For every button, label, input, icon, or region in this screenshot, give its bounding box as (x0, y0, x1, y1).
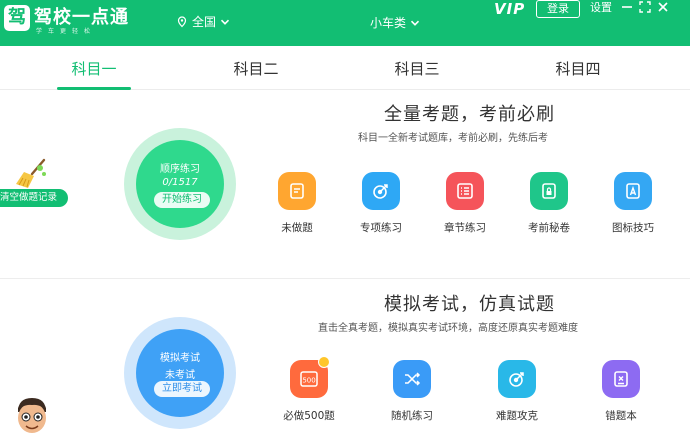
section-divider (0, 278, 690, 279)
subject-tabs: 科目一 科目二 科目三 科目四 (0, 46, 690, 90)
broom-icon (16, 158, 46, 188)
target-icon (362, 172, 400, 210)
mock-exam-circle[interactable]: 模拟考试 未考试 立即考试 (124, 317, 236, 429)
feature-must-do-500[interactable]: 500 必做500题 (276, 356, 342, 423)
practice-subtitle: 科目一全新考试题库，考前必刷，先练后考 (358, 133, 548, 144)
sequential-practice-circle[interactable]: 顺序练习 0/1517 开始练习 (124, 128, 236, 240)
feature-hard-questions[interactable]: 难题攻克 (484, 360, 550, 423)
tab-subject-3[interactable]: 科目三 (377, 58, 457, 79)
exam-status: 未考试 (165, 370, 195, 381)
tab-subject-2[interactable]: 科目二 (216, 58, 296, 79)
target-icon (498, 360, 536, 398)
region-selector[interactable]: 全国 (176, 13, 230, 30)
tab-subject-1[interactable]: 科目一 (54, 58, 134, 79)
car-type-selector[interactable]: 小车类 (370, 14, 420, 31)
active-tab-indicator (57, 87, 131, 90)
x-doc-icon (602, 360, 640, 398)
chevron-down-icon (410, 20, 420, 26)
mock-exam-label: 模拟考试 (160, 353, 200, 364)
practice-progress: 0/1517 (162, 177, 198, 188)
mascot-avatar (18, 398, 46, 433)
car-type-label: 小车类 (370, 16, 407, 30)
start-exam-button[interactable]: 立即考试 (154, 381, 210, 397)
restore-icon[interactable] (638, 0, 652, 16)
note-icon (278, 172, 316, 210)
a-card-icon (614, 172, 652, 210)
app-logo-icon: 驾 (4, 5, 30, 31)
feature-undone[interactable]: 未做题 (264, 172, 330, 235)
vip-button[interactable]: VIP (494, 0, 525, 18)
minimize-icon[interactable] (620, 0, 634, 16)
exam-title: 模拟考试，仿真试题 (384, 294, 555, 315)
clear-record-button[interactable]: 清空做题记录 (0, 189, 68, 207)
practice-title: 全量考题，考前必刷 (384, 104, 555, 125)
shuffle-icon (393, 360, 431, 398)
list-icon (446, 172, 484, 210)
login-button[interactable]: 登录 (536, 0, 580, 18)
start-practice-button[interactable]: 开始练习 (154, 192, 210, 208)
new-badge-icon (318, 356, 330, 368)
feature-chapter-practice[interactable]: 章节练习 (432, 172, 498, 235)
feature-secret-paper[interactable]: 考前秘卷 (516, 172, 582, 235)
lock-doc-icon (530, 172, 568, 210)
chevron-down-icon (220, 19, 230, 25)
region-label: 全国 (192, 15, 217, 29)
sequential-practice-label: 顺序练习 (160, 164, 200, 175)
book-500-icon: 500 (290, 356, 330, 398)
settings-button[interactable]: 设置 (590, 0, 612, 16)
feature-special-practice[interactable]: 专项练习 (348, 172, 414, 235)
tab-subject-4[interactable]: 科目四 (538, 58, 618, 79)
location-pin-icon (177, 15, 187, 27)
feature-sign-tips[interactable]: 图标技巧 (600, 172, 666, 235)
exam-subtitle: 直击全真考题，模拟真实考试环境，高度还原真实考题难度 (318, 323, 578, 334)
app-subtitle: 学车更轻松 (36, 28, 97, 35)
badge-500-text: 500 (302, 377, 315, 385)
close-icon[interactable] (656, 0, 670, 16)
feature-random-practice[interactable]: 随机练习 (379, 360, 445, 423)
title-bar: 驾 驾校一点通 学车更轻松 全国 小车类 VIP 登录 设置 (0, 0, 690, 46)
feature-wrong-questions[interactable]: 错题本 (588, 360, 654, 423)
